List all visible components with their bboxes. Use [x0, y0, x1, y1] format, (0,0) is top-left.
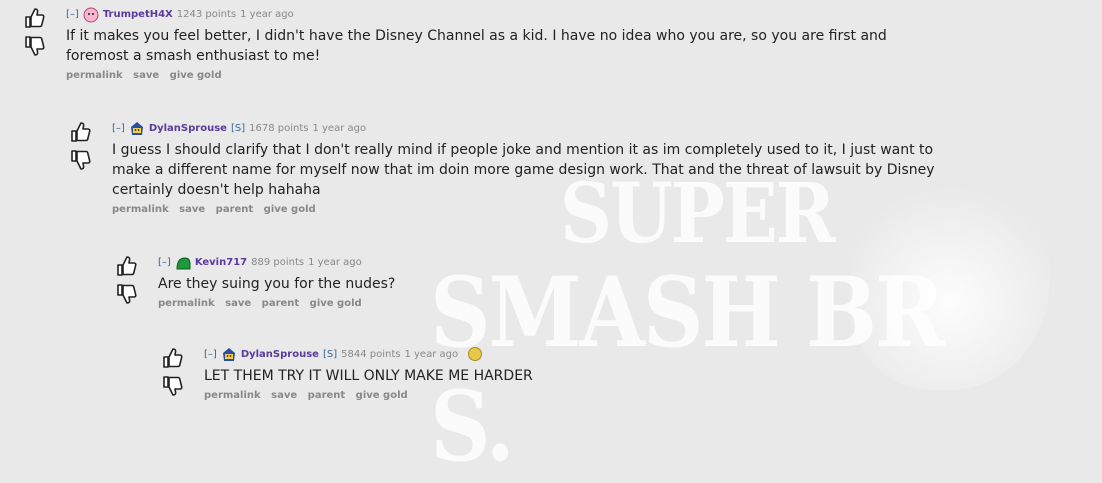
- comment-text: LET THEM TRY IT WILL ONLY MAKE ME HARDER: [204, 366, 533, 386]
- upvote-thumb-icon[interactable]: [114, 254, 138, 278]
- parent-link[interactable]: parent: [216, 204, 254, 215]
- permalink-link[interactable]: permalink: [204, 390, 261, 401]
- comment-actions: permalink save parent give gold: [204, 390, 533, 401]
- comment-text: If it makes you feel better, I didn't ha…: [66, 26, 887, 66]
- author-link[interactable]: DylanSprouse: [149, 123, 227, 134]
- comment-tagline: [–] Kevin717 889 points 1 year ago: [158, 254, 395, 270]
- comment-time: 1 year ago: [308, 256, 362, 268]
- give-gold-link[interactable]: give gold: [356, 390, 408, 401]
- comment-tagline: [–] DylanSprouse [S] 5844 points 1 year …: [204, 346, 533, 362]
- author-link[interactable]: DylanSprouse: [241, 349, 319, 360]
- comment-text: I guess I should clarify that I don't re…: [112, 140, 935, 200]
- submitter-badge[interactable]: [S]: [323, 349, 337, 360]
- permalink-link[interactable]: permalink: [158, 298, 215, 309]
- save-link[interactable]: save: [225, 298, 251, 309]
- downvote-thumb-icon[interactable]: [114, 282, 138, 306]
- give-gold-link[interactable]: give gold: [170, 70, 222, 81]
- comment-line: LET THEM TRY IT WILL ONLY MAKE ME HARDER: [204, 368, 533, 384]
- gold-star-icon: [468, 347, 483, 361]
- collapse-toggle[interactable]: [–]: [112, 123, 125, 134]
- comment-time: 1 year ago: [404, 348, 459, 360]
- permalink-link[interactable]: permalink: [112, 204, 169, 215]
- blue-character-icon: [221, 347, 237, 361]
- comment-actions: permalink save parent give gold: [112, 204, 935, 215]
- comment-score: 889 points: [251, 256, 305, 268]
- comment-time: 1 year ago: [240, 8, 294, 20]
- author-link[interactable]: Kevin717: [195, 257, 247, 268]
- permalink-link[interactable]: permalink: [66, 70, 123, 81]
- comment-line: certainly doesn't help hahaha: [112, 182, 321, 198]
- green-shell-icon: [175, 255, 191, 270]
- comment-text: Are they suing you for the nudes?: [158, 274, 395, 294]
- comment-tagline: [–] TrumpetH4X 1243 points 1 year ago: [66, 6, 887, 23]
- author-link[interactable]: TrumpetH4X: [103, 9, 173, 20]
- comment-line: foremost a smash enthusiast to me!: [66, 48, 321, 64]
- vote-column: [114, 254, 140, 310]
- comment-score: 1678 points: [249, 122, 309, 134]
- submitter-badge[interactable]: [S]: [231, 123, 245, 134]
- parent-link[interactable]: parent: [308, 390, 346, 401]
- upvote-thumb-icon[interactable]: [22, 6, 46, 30]
- comment-body: [–] DylanSprouse [S] 1678 points 1 year …: [112, 120, 935, 215]
- blue-character-icon: [129, 121, 145, 135]
- comment-tagline: [–] DylanSprouse [S] 1678 points 1 year …: [112, 120, 935, 136]
- give-gold-link[interactable]: give gold: [310, 298, 362, 309]
- vote-column: [160, 346, 186, 402]
- collapse-toggle[interactable]: [–]: [204, 349, 217, 360]
- comment-line: If it makes you feel better, I didn't ha…: [66, 28, 887, 44]
- vote-column: [22, 6, 48, 62]
- collapse-toggle[interactable]: [–]: [158, 257, 171, 268]
- vote-column: [68, 120, 94, 176]
- comment-actions: permalink save parent give gold: [158, 298, 395, 309]
- comment-body: [–] Kevin717 889 points 1 year ago Are t…: [158, 254, 395, 310]
- save-link[interactable]: save: [271, 390, 297, 401]
- comment-body: [–] TrumpetH4X 1243 points 1 year ago If…: [66, 6, 887, 81]
- upvote-thumb-icon[interactable]: [68, 120, 92, 144]
- comment-actions: permalink save give gold: [66, 70, 887, 81]
- comment-line: Are they suing you for the nudes?: [158, 276, 396, 292]
- collapse-toggle[interactable]: [–]: [66, 9, 79, 20]
- save-link[interactable]: save: [133, 70, 159, 81]
- upvote-thumb-icon[interactable]: [160, 346, 184, 370]
- comment-line: make a different name for myself now tha…: [112, 162, 935, 178]
- comment-body: [–] DylanSprouse [S] 5844 points 1 year …: [204, 346, 533, 401]
- comment-time: 1 year ago: [312, 122, 367, 134]
- parent-link[interactable]: parent: [262, 298, 300, 309]
- comment-score: 1243 points: [176, 8, 237, 20]
- comment-line: I guess I should clarify that I don't re…: [112, 142, 934, 158]
- downvote-thumb-icon[interactable]: [160, 374, 184, 398]
- downvote-thumb-icon[interactable]: [22, 34, 46, 58]
- pink-puffball-icon: [83, 7, 99, 23]
- give-gold-link[interactable]: give gold: [264, 204, 316, 215]
- comment-score: 5844 points: [341, 348, 401, 360]
- downvote-thumb-icon[interactable]: [68, 148, 92, 172]
- save-link[interactable]: save: [179, 204, 205, 215]
